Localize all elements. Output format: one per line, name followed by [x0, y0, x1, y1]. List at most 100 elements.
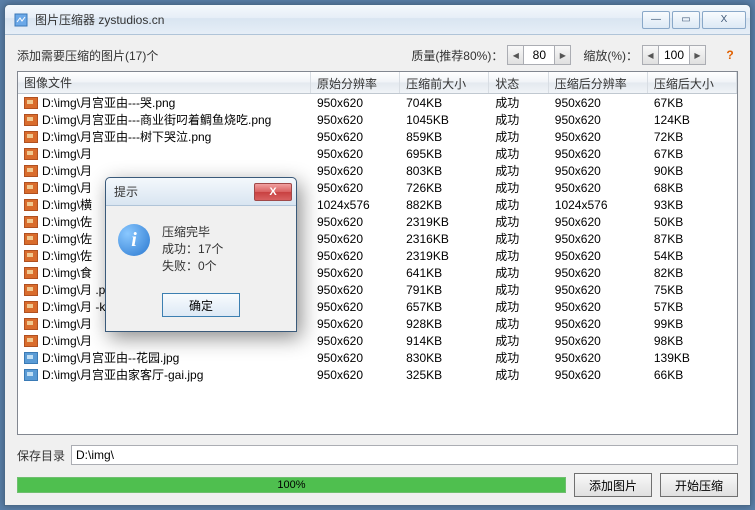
cell-status: 成功 — [489, 315, 548, 332]
cell-res: 950x620 — [311, 300, 400, 314]
cell-after: 87KB — [648, 232, 737, 246]
cell-before: 882KB — [400, 198, 489, 212]
maximize-button[interactable]: ▭ — [672, 11, 700, 29]
cell-res: 950x620 — [311, 147, 400, 161]
file-icon — [24, 216, 38, 228]
cell-status: 成功 — [489, 145, 548, 162]
titlebar[interactable]: 图片压缩器 zystudios.cn — ▭ X — [5, 5, 750, 35]
cell-res2: 950x620 — [549, 351, 648, 365]
file-path: D:\img\月宫亚由---哭.png — [42, 94, 175, 111]
col-after[interactable]: 压缩后大小 — [648, 72, 737, 93]
cell-after: 68KB — [648, 181, 737, 195]
cell-res2: 950x620 — [549, 249, 648, 263]
cell-status: 成功 — [489, 179, 548, 196]
cell-status: 成功 — [489, 366, 548, 383]
file-icon — [24, 284, 38, 296]
cell-res2: 1024x576 — [549, 198, 648, 212]
quality-value: 80 — [524, 48, 554, 62]
file-icon — [24, 233, 38, 245]
cell-file: D:\img\月宫亚由--花园.jpg — [18, 349, 311, 366]
cell-file: D:\img\月宫亚由---哭.png — [18, 94, 311, 111]
col-res2[interactable]: 压缩后分辨率 — [549, 72, 648, 93]
table-row[interactable]: D:\img\月950x620695KB成功950x62067KB — [18, 145, 737, 162]
zoom-down-icon[interactable]: ◀ — [643, 46, 659, 64]
cell-res2: 950x620 — [549, 96, 648, 110]
count-label: 添加需要压缩的图片(17)个 — [17, 47, 158, 64]
action-row: 100% 添加图片 开始压缩 — [17, 473, 738, 497]
cell-res2: 950x620 — [549, 266, 648, 280]
quality-down-icon[interactable]: ◀ — [508, 46, 524, 64]
save-row: 保存目录 — [17, 445, 738, 465]
dialog-titlebar[interactable]: 提示 X — [106, 178, 296, 206]
table-row[interactable]: D:\img\月950x620914KB成功950x62098KB — [18, 332, 737, 349]
col-res[interactable]: 原始分辨率 — [311, 72, 400, 93]
cell-after: 99KB — [648, 317, 737, 331]
minimize-button[interactable]: — — [642, 11, 670, 29]
quality-up-icon[interactable]: ▶ — [554, 46, 570, 64]
table-row[interactable]: D:\img\月宫亚由---哭.png950x620704KB成功950x620… — [18, 94, 737, 111]
table-row[interactable]: D:\img\月宫亚由--花园.jpg950x620830KB成功950x620… — [18, 349, 737, 366]
cell-res2: 950x620 — [549, 317, 648, 331]
zoom-up-icon[interactable]: ▶ — [689, 46, 705, 64]
start-compress-button[interactable]: 开始压缩 — [660, 473, 738, 497]
help-icon[interactable]: ? — [722, 48, 738, 62]
cell-after: 90KB — [648, 164, 737, 178]
quality-stepper[interactable]: ◀ 80 ▶ — [507, 45, 571, 65]
cell-before: 704KB — [400, 96, 489, 110]
cell-before: 2316KB — [400, 232, 489, 246]
save-path-input[interactable] — [71, 445, 738, 465]
file-path: D:\img\月宫亚由---商业街叼着鲷鱼烧吃.png — [42, 111, 271, 128]
cell-res2: 950x620 — [549, 300, 648, 314]
col-status[interactable]: 状态 — [489, 72, 549, 93]
add-image-button[interactable]: 添加图片 — [574, 473, 652, 497]
cell-res: 950x620 — [311, 215, 400, 229]
dialog-message: 压缩完毕 成功：17个 失败：0个 — [162, 224, 223, 275]
zoom-label: 缩放(%)： — [583, 47, 638, 64]
cell-res2: 950x620 — [549, 334, 648, 348]
cell-res: 950x620 — [311, 164, 400, 178]
cell-status: 成功 — [489, 247, 548, 264]
progress-text: 100% — [277, 478, 305, 492]
cell-res: 950x620 — [311, 368, 400, 382]
dialog-ok-button[interactable]: 确定 — [162, 293, 240, 317]
close-button[interactable]: X — [702, 11, 746, 29]
dialog-title: 提示 — [114, 183, 254, 200]
table-row[interactable]: D:\img\月宫亚由家客厅-gai.jpg950x620325KB成功950x… — [18, 366, 737, 383]
cell-before: 2319KB — [400, 249, 489, 263]
cell-after: 54KB — [648, 249, 737, 263]
table-row[interactable]: D:\img\月宫亚由---树下哭泣.png950x620859KB成功950x… — [18, 128, 737, 145]
message-dialog: 提示 X i 压缩完毕 成功：17个 失败：0个 确定 — [105, 177, 297, 332]
table-row[interactable]: D:\img\月宫亚由---商业街叼着鲷鱼烧吃.png950x6201045KB… — [18, 111, 737, 128]
file-icon — [24, 182, 38, 194]
file-path: D:\img\月宫亚由---树下哭泣.png — [42, 128, 211, 145]
file-path: D:\img\月 — [42, 332, 92, 349]
cell-res: 950x620 — [311, 249, 400, 263]
cell-after: 124KB — [648, 113, 737, 127]
cell-after: 98KB — [648, 334, 737, 348]
file-path: D:\img\佐 — [42, 213, 92, 230]
col-before[interactable]: 压缩前大小 — [400, 72, 489, 93]
cell-res: 1024x576 — [311, 198, 400, 212]
cell-status: 成功 — [489, 230, 548, 247]
cell-after: 50KB — [648, 215, 737, 229]
file-path: D:\img\月 — [42, 162, 92, 179]
zoom-stepper[interactable]: ◀ 100 ▶ — [642, 45, 706, 65]
file-path: D:\img\月宫亚由家客厅-gai.jpg — [42, 366, 203, 383]
cell-after: 75KB — [648, 283, 737, 297]
dialog-line3: 失败：0个 — [162, 258, 223, 275]
file-path: D:\img\月 — [42, 145, 92, 162]
col-file[interactable]: 图像文件 — [18, 72, 311, 93]
cell-res2: 950x620 — [549, 113, 648, 127]
cell-res: 950x620 — [311, 351, 400, 365]
save-label: 保存目录 — [17, 447, 65, 464]
dialog-close-button[interactable]: X — [254, 183, 292, 201]
cell-res2: 950x620 — [549, 368, 648, 382]
cell-before: 791KB — [400, 283, 489, 297]
cell-file: D:\img\月宫亚由---树下哭泣.png — [18, 128, 311, 145]
cell-res: 950x620 — [311, 232, 400, 246]
file-icon — [24, 369, 38, 381]
cell-file: D:\img\月 — [18, 332, 311, 349]
cell-after: 67KB — [648, 96, 737, 110]
cell-status: 成功 — [489, 213, 548, 230]
cell-res: 950x620 — [311, 266, 400, 280]
